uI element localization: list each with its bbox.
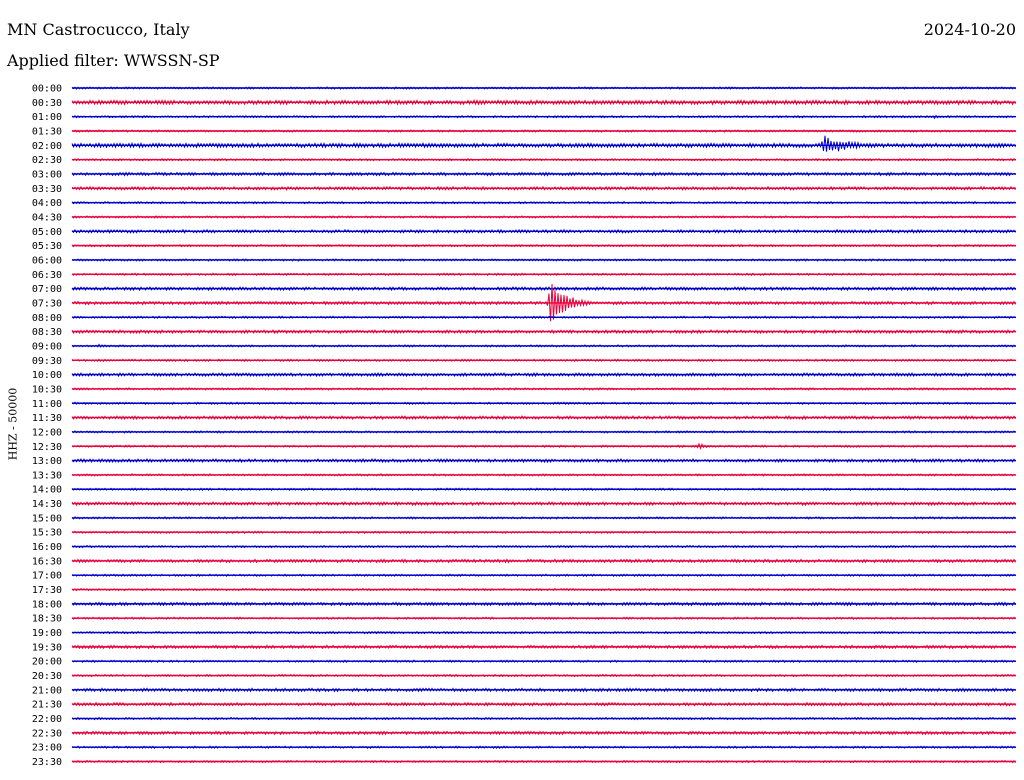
- row-time-label: 07:00: [32, 284, 62, 295]
- row-time-label: 04:00: [32, 198, 62, 209]
- row-time-label: 02:30: [32, 155, 62, 166]
- row-time-label: 00:00: [32, 84, 62, 95]
- row-time-label: 07:30: [32, 298, 62, 309]
- row-time-label: 19:30: [32, 642, 62, 653]
- row-time-label: 05:30: [32, 241, 62, 252]
- row-time-label: 08:00: [32, 313, 62, 324]
- row-time-label: 14:30: [32, 499, 62, 510]
- row-time-label: 03:30: [32, 184, 62, 195]
- row-time-label: 09:30: [32, 356, 62, 367]
- row-time-label: 23:30: [32, 757, 62, 768]
- row-time-label: 11:00: [32, 399, 62, 410]
- row-time-label: 01:00: [32, 112, 62, 123]
- row-time-label: 22:30: [32, 728, 62, 739]
- row-time-label: 08:30: [32, 327, 62, 338]
- row-time-label: 23:00: [32, 743, 62, 754]
- row-time-label: 10:00: [32, 370, 62, 381]
- row-time-label: 02:00: [32, 141, 62, 152]
- row-time-label: 06:30: [32, 270, 62, 281]
- row-time-label: 01:30: [32, 126, 62, 137]
- row-time-label: 03:00: [32, 169, 62, 180]
- row-time-label: 09:00: [32, 341, 62, 352]
- row-time-label: 00:30: [32, 98, 62, 109]
- row-time-label: 13:30: [32, 470, 62, 481]
- row-time-label: 20:00: [32, 657, 62, 668]
- row-time-label: 14:00: [32, 485, 62, 496]
- row-time-label: 11:30: [32, 413, 62, 424]
- row-time-label: 22:00: [32, 714, 62, 725]
- row-time-label: 04:30: [32, 212, 62, 223]
- row-time-label: 16:00: [32, 542, 62, 553]
- row-time-label: 18:30: [32, 614, 62, 625]
- row-time-label: 15:30: [32, 528, 62, 539]
- row-time-label: 12:30: [32, 442, 62, 453]
- row-time-label: 19:00: [32, 628, 62, 639]
- helicorder-plot: 00:00 00:30 01:00 01:30 02:00 02:30 03:00 03:30…: [32, 84, 1016, 768]
- row-time-label: 05:00: [32, 227, 62, 238]
- row-time-label: 18:00: [32, 599, 62, 610]
- trace-row: [71, 135, 1016, 152]
- row-time-label: 21:30: [32, 700, 62, 711]
- row-time-label: 06:00: [32, 255, 62, 266]
- row-time-label: 17:00: [32, 571, 62, 582]
- row-time-label: 10:30: [32, 384, 62, 395]
- row-time-label: 17:30: [32, 585, 62, 596]
- row-time-label: 21:00: [32, 685, 62, 696]
- row-time-label: 20:30: [32, 671, 62, 682]
- row-time-label: 13:00: [32, 456, 62, 467]
- row-time-label: 15:00: [32, 513, 62, 524]
- row-time-label: 16:30: [32, 556, 62, 567]
- row-time-label: 12:00: [32, 427, 62, 438]
